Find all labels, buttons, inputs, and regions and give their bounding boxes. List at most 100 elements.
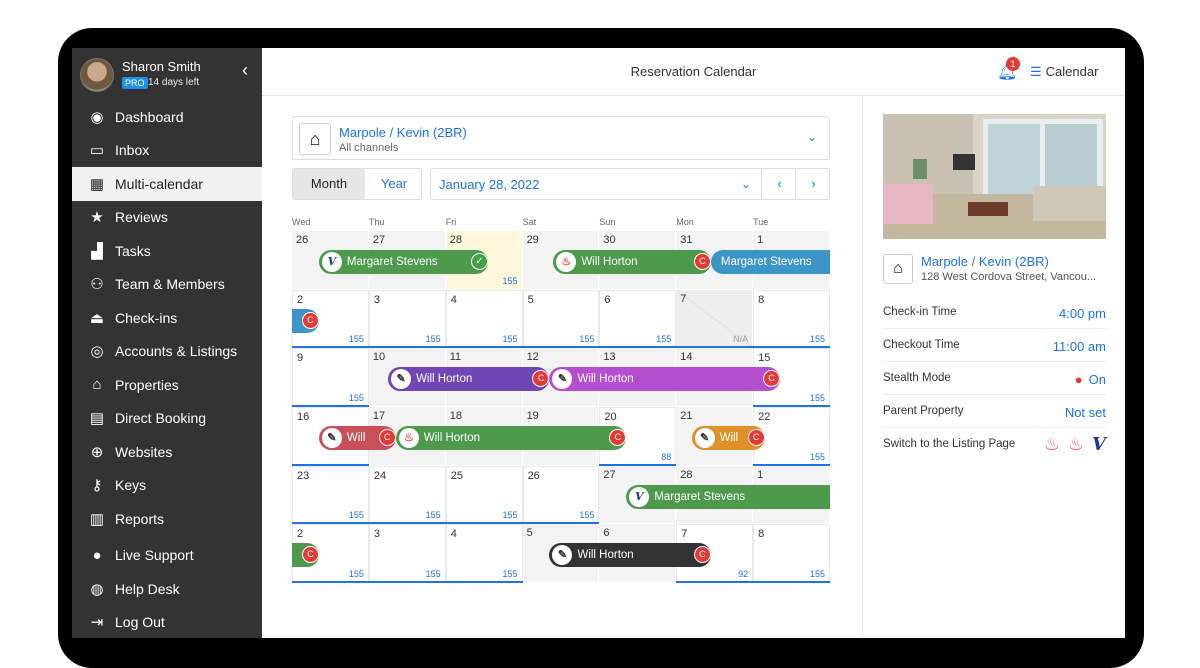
day-price: 155 — [348, 334, 364, 345]
parent-property-row[interactable]: Parent Property Not set — [883, 395, 1106, 428]
reservation-bar[interactable]: V Margaret Stevens — [626, 484, 830, 509]
sidebar-item-check-ins[interactable]: ⏏ Check-ins — [72, 301, 262, 335]
channel-filter: All channels — [339, 142, 399, 154]
stealth-mode-value[interactable]: ● On — [1075, 372, 1106, 387]
availability-line — [292, 522, 600, 525]
sidebar-item-websites[interactable]: ⊕ Websites — [72, 435, 262, 469]
lifebuoy-icon: ◍ — [90, 580, 104, 598]
calendar-day-cell[interactable]: 3 155 — [368, 524, 446, 583]
day-price: 155 — [579, 510, 595, 521]
weekday-label: Thu — [368, 217, 385, 227]
switch-listing-label: Switch to the Listing Page — [883, 438, 1016, 450]
availability-line — [292, 581, 523, 583]
guest-name: Will — [719, 432, 739, 444]
calendar-day-cell[interactable]: 25 155 — [445, 465, 523, 525]
avatar — [80, 58, 114, 92]
day-price: 155 — [809, 392, 825, 403]
availability-line — [676, 581, 830, 583]
collapse-sidebar-icon[interactable]: ‹ — [242, 60, 248, 81]
check-in-time-value[interactable]: 4:00 pm — [1059, 306, 1106, 321]
stealth-mode-row[interactable]: Stealth Mode ● On — [883, 362, 1106, 395]
day-number: 13 — [603, 351, 616, 364]
day-number: 23 — [297, 469, 310, 482]
listing-name-link[interactable]: Marpole / Kevin (2BR) — [921, 254, 1049, 269]
day-number: 7 — [681, 528, 688, 541]
sidebar-item-tasks[interactable]: ▟ Tasks — [72, 234, 262, 268]
sidebar-item-label: Dashboard — [115, 108, 184, 125]
globe-icon: ⊕ — [90, 443, 104, 461]
calendar-day-cell[interactable]: 4 155 — [445, 289, 523, 349]
calendar-day-cell[interactable]: 24 155 — [368, 465, 446, 525]
home-icon: ⌂ — [92, 376, 102, 394]
check-in-time-row[interactable]: Check-in Time 4:00 pm — [883, 296, 1106, 329]
calendar-day-cell[interactable]: 8 155 — [753, 289, 830, 349]
reservation-bar[interactable]: V Margaret Stevens — [318, 250, 488, 274]
day-price: N/A — [733, 334, 749, 345]
property-selector[interactable]: ⌂ Marpole / Kevin (2BR) All channels ⌄ — [292, 116, 830, 160]
sidebar-item-help-desk[interactable]: ◍ Help Desk — [72, 572, 262, 606]
day-number: 8 — [758, 528, 765, 541]
reservation-bar[interactable]: ♨ Will Horton — [553, 250, 711, 274]
pencil-icon: ✎ — [552, 369, 573, 390]
airbnb-icon[interactable]: ♨ — [1068, 434, 1084, 455]
reservation-bar[interactable]: Margaret Stevens — [710, 250, 830, 274]
day-number: 19 — [526, 410, 539, 422]
reservation-bar[interactable]: ✎ Will Horton — [549, 367, 781, 392]
date-selector[interactable]: January 28, 2022 ⌄ ‹ › — [430, 168, 830, 200]
sidebar-item-dashboard[interactable]: ◉ Dashboard — [72, 100, 262, 134]
guest-name: Margaret Stevens — [654, 490, 746, 503]
day-number: 1 — [757, 234, 764, 246]
calendar-day-cell[interactable]: 22 155 — [753, 407, 830, 466]
checkout-time-row[interactable]: Checkout Time 11:00 am — [883, 329, 1106, 362]
sidebar-item-team[interactable]: ⚇ Team & Members — [72, 268, 262, 302]
sidebar-item-label: Properties — [115, 376, 179, 393]
calendar-day-cell[interactable]: 5 155 — [522, 289, 600, 349]
sidebar-item-live-support[interactable]: ● Live Support — [72, 539, 262, 573]
reservation-bar[interactable]: ♨ Will Horton — [395, 426, 627, 450]
calendar-grid-icon: ▦ — [89, 175, 105, 193]
tab-year[interactable]: Year — [365, 169, 421, 199]
day-number: 27 — [372, 234, 386, 246]
sidebar-item-keys[interactable]: ⚷ Keys — [72, 469, 262, 503]
stealth-mode-state: On — [1088, 372, 1106, 387]
sidebar-item-reports[interactable]: ▥ Reports — [72, 502, 262, 536]
previous-month-button[interactable]: ‹ — [761, 169, 797, 199]
sidebar-item-reviews[interactable]: ★ Reviews — [72, 201, 262, 235]
calendar-day-cell[interactable]: 26 155 — [522, 465, 600, 525]
sidebar-item-log-out[interactable]: ⇥ Log Out — [72, 606, 262, 639]
calendar-day-cell[interactable]: 8 155 — [753, 524, 830, 583]
guest-name: Will Horton — [423, 432, 480, 444]
calendar-day-cell[interactable]: 6 155 — [599, 289, 677, 349]
sidebar-item-properties[interactable]: ⌂ Properties — [72, 368, 262, 402]
vrbo-icon: V — [629, 486, 650, 507]
reservation-bar[interactable]: ✎ Will Horton — [549, 543, 711, 568]
calendar-day-cell[interactable]: 9 155 — [292, 348, 369, 407]
parent-property-value[interactable]: Not set — [1065, 405, 1106, 420]
stealth-mode-label: Stealth Mode — [883, 372, 951, 384]
day-price: 155 — [579, 334, 595, 345]
checkout-time-value[interactable]: 11:00 am — [1053, 339, 1106, 354]
sidebar-item-inbox[interactable]: ▭ Inbox — [72, 134, 262, 168]
sidebar-item-direct-booking[interactable]: ▤ Direct Booking — [72, 402, 262, 436]
sidebar-item-multi-calendar[interactable]: ▦ Multi-calendar — [72, 167, 262, 201]
calendar-day-cell[interactable]: 3 155 — [368, 289, 446, 349]
sidebar-item-label: Reports — [115, 510, 165, 527]
sidebar-item-accounts[interactable]: ◎ Accounts & Listings — [72, 335, 262, 369]
vrbo-icon[interactable]: V — [1092, 434, 1106, 455]
day-price: 155 — [348, 392, 364, 403]
day-price: 155 — [502, 510, 518, 521]
calendar-day-cell[interactable]: 23 155 — [292, 465, 369, 525]
next-month-button[interactable]: › — [795, 169, 831, 199]
user-profile[interactable]: Sharon Smith PRO 14 days left ‹ — [80, 56, 256, 94]
day-number: 28 — [449, 234, 462, 246]
calendar-day-cell[interactable]: 4 155 — [445, 524, 523, 583]
airbnb-icon: ♨ — [398, 428, 419, 448]
calendar-view-link[interactable]: ☰ Calendar — [1030, 64, 1098, 80]
airbnb-icon: ♨ — [556, 252, 577, 272]
airbnb-icon[interactable]: ♨ — [1044, 434, 1060, 455]
tab-month[interactable]: Month — [293, 169, 365, 199]
calendar-day-cell[interactable]: 7 N/A — [676, 289, 754, 349]
reservation-bar[interactable]: ✎ Will Horton — [388, 367, 550, 392]
weekday-label: Sat — [522, 217, 537, 227]
calendar-link-label: Calendar — [1045, 64, 1099, 79]
